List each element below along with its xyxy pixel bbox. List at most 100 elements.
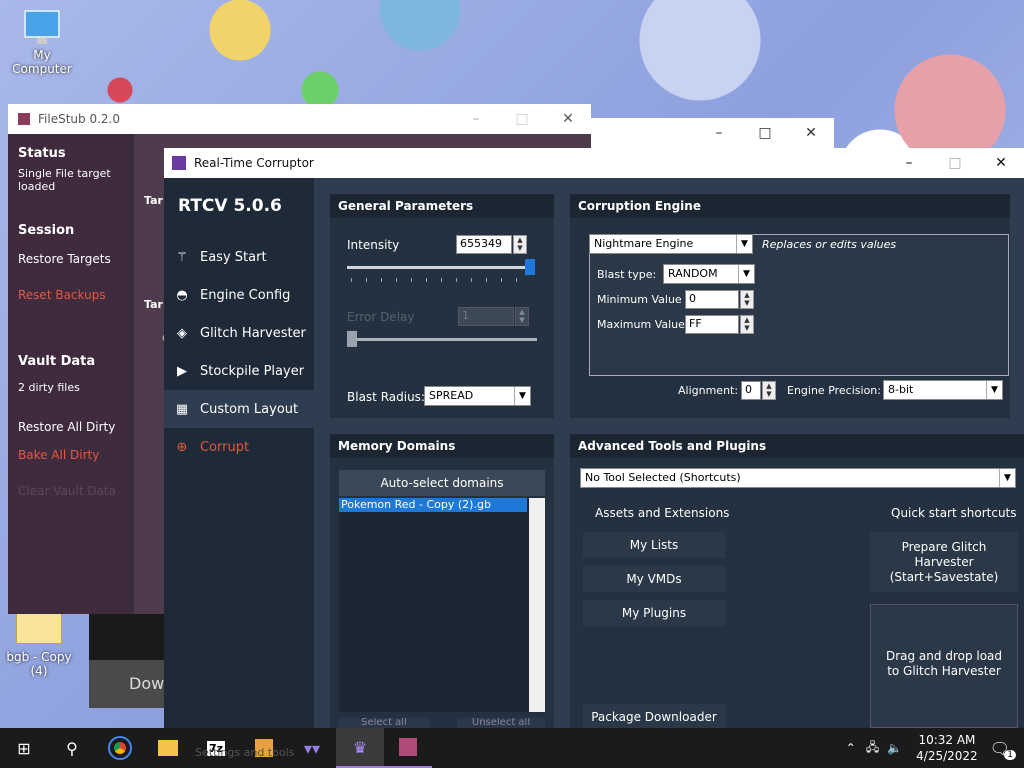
close-icon[interactable]: ✕ (978, 155, 1024, 171)
rtc-taskbar-icon[interactable]: ♛ (336, 728, 384, 768)
background-window[interactable]: – □ ✕ (590, 118, 834, 148)
my-vmds-button[interactable]: My VMDs (583, 566, 725, 592)
intensity-slider-thumb[interactable] (525, 259, 535, 275)
minimize-icon[interactable]: – (886, 155, 932, 171)
minimum-value-spinner[interactable]: ▲ ▼ (740, 290, 754, 309)
alignment-label: Alignment: (678, 384, 739, 397)
intensity-input[interactable]: 655349 (456, 235, 512, 254)
select-all-button[interactable]: Select all (339, 718, 429, 728)
intensity-slider-track[interactable] (347, 266, 531, 269)
filestub-app-icon (18, 113, 30, 125)
corruption-engine-heading: Corruption Engine (570, 194, 1010, 218)
my-computer-icon[interactable]: My Computer (2, 10, 82, 76)
file-explorer-icon[interactable] (144, 728, 192, 768)
chevron-up-icon[interactable]: ⌃ (846, 741, 856, 755)
gauge-icon: ◓ (176, 287, 188, 303)
maximize-icon[interactable]: □ (742, 125, 788, 141)
advanced-tools-heading: Advanced Tools and Plugins (570, 434, 1024, 458)
error-delay-slider-track[interactable] (347, 338, 537, 341)
auto-select-domains-button[interactable]: Auto-select domains (339, 470, 545, 496)
download-panel[interactable]: Dowr (89, 614, 171, 708)
vanguard-icon[interactable]: ▾▾ (288, 728, 336, 768)
chevron-down-icon: ▼ (999, 469, 1015, 487)
prepare-glitch-harvester-button[interactable]: Prepare Glitch Harvester (Start+Savestat… (870, 532, 1018, 592)
error-delay-slider-thumb[interactable] (347, 331, 357, 347)
close-icon[interactable]: ✕ (545, 111, 591, 127)
alignment-spinner[interactable]: ▲ ▼ (762, 381, 776, 400)
clear-vault-button[interactable]: Clear Vault Data (18, 484, 116, 498)
filestub-titlebar[interactable]: FileStub 0.2.0 – □ ✕ (8, 104, 591, 134)
notification-count: 1 (1004, 749, 1016, 760)
list-item[interactable]: Pokemon Red - Copy (2).gb (339, 498, 527, 512)
rtc-app-icon (172, 156, 186, 170)
minimum-value-label: Minimum Value (597, 293, 682, 306)
nav-easy-start[interactable]: ⚚ Easy Start (164, 238, 314, 276)
drag-drop-zone[interactable]: Drag and drop load to Glitch Harvester (870, 604, 1018, 728)
status-text: Single File target loaded (18, 167, 111, 193)
clock[interactable]: 10:32 AM 4/25/2022 (916, 732, 978, 764)
blast-radius-select[interactable]: SPREAD ▼ (424, 386, 531, 406)
chevron-down-icon: ▼ (738, 265, 754, 283)
bake-all-dirty-button[interactable]: Bake All Dirty (18, 448, 116, 462)
maximum-value-spinner[interactable]: ▲ ▼ (740, 315, 754, 334)
nav-engine-config[interactable]: ◓ Engine Config (164, 276, 314, 314)
rtc-titlebar[interactable]: Real-Time Corruptor – □ ✕ (164, 148, 1024, 178)
intensity-spinner[interactable]: ▲ ▼ (513, 235, 527, 254)
computer-icon (24, 10, 60, 38)
error-delay-spinner[interactable]: ▲ ▼ (515, 307, 529, 326)
vault-count: 2 dirty files (18, 381, 80, 394)
nav-custom-layout[interactable]: ▦ Custom Layout (164, 390, 314, 428)
restore-targets-button[interactable]: Restore Targets (18, 252, 116, 266)
engine-precision-select[interactable]: 8-bit ▼ (883, 380, 1003, 400)
alignment-input[interactable]: 0 (741, 381, 761, 400)
chrome-icon[interactable] (96, 728, 144, 768)
minimize-icon[interactable]: – (453, 111, 499, 127)
assets-heading: Assets and Extensions (595, 506, 730, 520)
search-icon[interactable]: ⚲ (48, 728, 96, 768)
file-icon (16, 612, 62, 644)
my-computer-label: My Computer (12, 48, 72, 76)
nav-stockpile-player[interactable]: ▶ Stockpile Player (164, 352, 314, 390)
close-icon[interactable]: ✕ (788, 125, 834, 141)
maximize-icon[interactable]: □ (499, 111, 545, 127)
vault-heading: Vault Data (18, 354, 96, 369)
engine-precision-label: Engine Precision: (787, 384, 881, 397)
unselect-all-button[interactable]: Unselect all (457, 718, 545, 728)
reset-backups-button[interactable]: Reset Backups (18, 288, 116, 302)
chevron-down-icon: ▼ (736, 235, 752, 253)
my-plugins-button[interactable]: My Plugins (583, 600, 725, 626)
error-delay-input[interactable]: 1 (458, 307, 514, 326)
package-downloader-button[interactable]: Package Downloader (583, 704, 725, 730)
grid-icon: ▦ (175, 401, 189, 417)
nav-glitch-harvester[interactable]: ◈ Glitch Harvester (164, 314, 314, 352)
volume-icon[interactable]: 🔈 (887, 741, 902, 755)
crosshair-icon: ⊕ (176, 439, 188, 455)
list-scrollbar[interactable] (529, 498, 545, 712)
maximize-icon[interactable]: □ (932, 155, 978, 171)
tool-select[interactable]: No Tool Selected (Shortcuts) ▼ (580, 468, 1016, 488)
network-icon[interactable]: 🖧 (866, 738, 879, 759)
taskbar: ⊞ ⚲ 7z ▾▾ ♛ Settings and tools ⌃ 🖧 🔈 10:… (0, 728, 1024, 768)
nav-label: Engine Config (200, 287, 291, 303)
maximum-value-input[interactable]: FF (685, 315, 739, 334)
domain-list[interactable]: Pokemon Red - Copy (2).gb (339, 498, 545, 712)
download-label: Dowr (89, 660, 171, 708)
advanced-tools-panel: Advanced Tools and Plugins No Tool Selec… (570, 434, 1024, 730)
my-lists-button[interactable]: My Lists (583, 532, 725, 558)
filestub-taskbar-icon[interactable] (384, 728, 432, 768)
corruption-engine-panel: Corruption Engine Nightmare Engine ▼ Repl… (570, 194, 1010, 418)
filestub-title: FileStub 0.2.0 (38, 112, 120, 126)
windows-start-icon[interactable]: ⊞ (0, 728, 48, 768)
filestub-sidebar: Status Single File target loaded Session… (8, 134, 126, 614)
minimum-value-input[interactable]: 0 (685, 290, 739, 309)
nav-label: Corrupt (200, 439, 250, 455)
minimize-icon[interactable]: – (696, 125, 742, 141)
notification-icon[interactable]: 🗨 1 (990, 739, 1016, 760)
restore-all-dirty-button[interactable]: Restore All Dirty (18, 420, 116, 434)
blast-type-select[interactable]: RANDOM ▼ (663, 264, 755, 284)
engine-precision-value: 8-bit (888, 383, 914, 396)
wand-icon: ⚚ (176, 249, 188, 265)
engine-select[interactable]: Nightmare Engine ▼ (589, 234, 753, 254)
bgb-copy-icon[interactable]: bgb - Copy (4) (2, 612, 76, 678)
nav-corrupt[interactable]: ⊕ Corrupt (164, 428, 314, 466)
